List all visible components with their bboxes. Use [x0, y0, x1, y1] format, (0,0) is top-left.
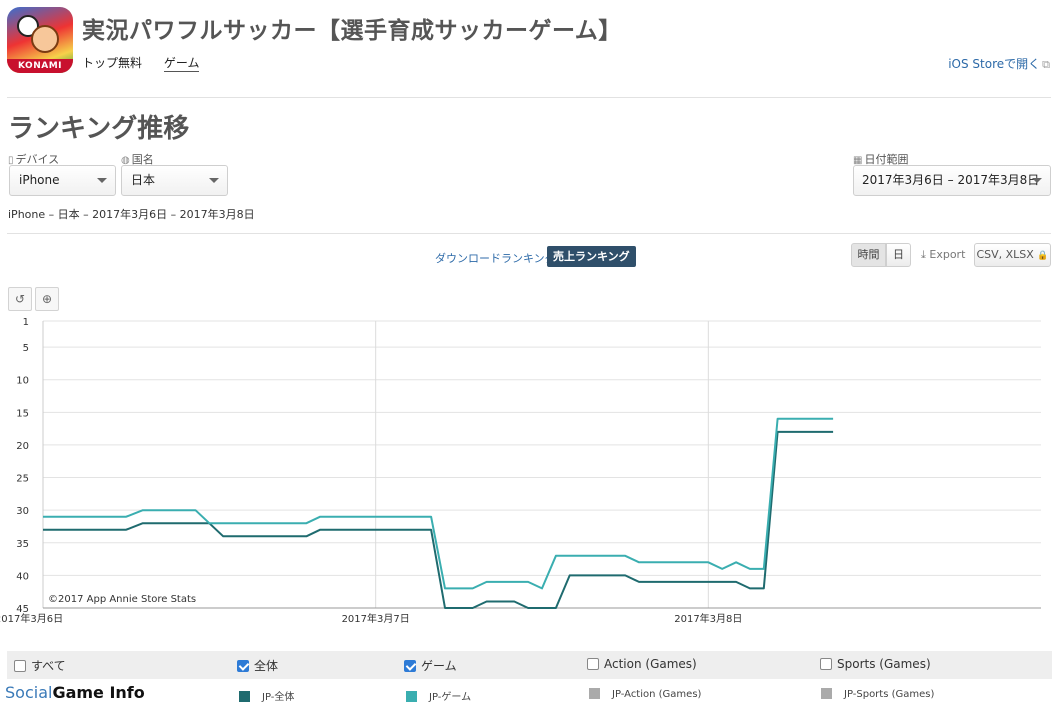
category-link[interactable]: ゲーム — [163, 56, 200, 72]
chart-annotation: ©2017 App Annie Store Stats — [48, 594, 196, 605]
date-range-value: 2017年3月6日 – 2017年3月8日 — [862, 173, 1040, 187]
zoom-icon[interactable]: ⊕ — [35, 287, 59, 311]
legend-action-label: Action (Games) — [604, 657, 697, 671]
checkbox-icon — [14, 660, 26, 672]
y-tick-label: 35 — [16, 539, 29, 550]
day-toggle-button[interactable]: 日 — [886, 243, 911, 267]
app-title: 実況パワフルサッカー【選手育成サッカーゲーム】 — [82, 18, 622, 44]
download-icon: ⤓ — [921, 248, 926, 261]
y-tick-label: 20 — [16, 441, 29, 452]
x-tick-label: 2017年3月6日 — [0, 612, 63, 625]
chevron-down-icon — [97, 178, 107, 183]
csv-xlsx-button[interactable]: CSV, XLSX 🔒 — [974, 243, 1051, 267]
tab-download-ranking[interactable]: ダウンロードランキング — [435, 250, 556, 266]
series-legend-action: JP-Action (Games) — [589, 688, 701, 700]
y-tick-label: 30 — [16, 506, 29, 517]
legend-game-checkbox[interactable]: ゲーム — [404, 657, 457, 674]
series-legend-game: JP-ゲーム — [406, 688, 471, 703]
hour-toggle-button[interactable]: 時間 — [851, 243, 886, 267]
chevron-down-icon — [1032, 178, 1042, 183]
checkbox-checked-icon — [237, 660, 249, 672]
filter-summary: iPhone – 日本 – 2017年3月6日 – 2017年3月8日 — [8, 208, 255, 221]
export-label: Export — [929, 248, 966, 261]
legend-game-label: ゲーム — [421, 659, 457, 673]
checkbox-icon — [820, 658, 832, 670]
legend-sports-label: Sports (Games) — [837, 657, 931, 671]
y-tick-label: 5 — [23, 343, 29, 354]
x-tick-label: 2017年3月8日 — [674, 612, 742, 625]
y-tick-label: 40 — [16, 571, 29, 582]
y-tick-label: 15 — [16, 408, 29, 419]
legend-all-checkbox[interactable]: すべて — [14, 657, 66, 674]
legend-sports-checkbox[interactable]: Sports (Games) — [820, 657, 931, 671]
series-swatch — [239, 691, 250, 702]
y-tick-label: 10 — [16, 376, 29, 387]
lock-icon: 🔒 — [1037, 251, 1049, 261]
legend-all-label: すべて — [31, 659, 66, 673]
csv-xlsx-label: CSV, XLSX — [976, 248, 1034, 261]
tab-sales-ranking[interactable]: 売上ランキング — [547, 246, 636, 267]
y-tick-label: 25 — [16, 474, 29, 485]
series-line — [43, 430, 834, 609]
legend-action-checkbox[interactable]: Action (Games) — [587, 657, 697, 671]
legend-overall-checkbox[interactable]: 全体 — [237, 657, 278, 674]
y-tick-label: 1 — [23, 317, 29, 328]
section-title: ランキング推移 — [8, 114, 190, 144]
date-range-select[interactable]: 2017年3月6日 – 2017年3月8日 — [853, 165, 1051, 196]
country-select[interactable]: 日本 — [121, 165, 228, 196]
device-select-value: iPhone — [19, 173, 60, 187]
device-select[interactable]: iPhone — [9, 165, 116, 196]
chevron-down-icon — [209, 178, 219, 183]
country-select-value: 日本 — [131, 173, 156, 187]
ios-store-link[interactable]: iOS Storeで開く ⧉ — [948, 55, 1050, 72]
divider — [7, 233, 1051, 234]
character-face-icon — [31, 25, 59, 53]
reset-zoom-icon[interactable]: ↺ — [8, 287, 32, 311]
watermark-logo: SocialGame Info — [5, 683, 145, 702]
checkbox-checked-icon — [404, 660, 416, 672]
series-legend-sports: JP-Sports (Games) — [821, 688, 934, 700]
series-legend-overall: JP-全体 — [239, 688, 294, 703]
checkbox-icon — [587, 658, 599, 670]
series-line — [43, 417, 834, 590]
series-swatch — [589, 688, 600, 699]
ios-store-link-label[interactable]: iOS Storeで開く — [948, 57, 1040, 71]
publisher-logo: KONAMI — [7, 59, 73, 73]
app-icon: KONAMI — [7, 7, 73, 73]
external-link-icon: ⧉ — [1042, 58, 1050, 71]
app-meta: トップ無料 ゲーム — [82, 54, 217, 72]
ranking-chart: 1510152025303540452017年3月6日 2017年3月7日 2017… — [0, 317, 1041, 625]
legend-overall-label: 全体 — [254, 659, 279, 673]
series-swatch — [406, 691, 417, 702]
series-swatch — [821, 688, 832, 699]
divider — [7, 97, 1051, 98]
price-label: トップ無料 — [82, 56, 143, 70]
x-tick-label: 2017年3月7日 — [342, 612, 410, 625]
export-button[interactable]: ⤓ Export — [921, 248, 965, 262]
